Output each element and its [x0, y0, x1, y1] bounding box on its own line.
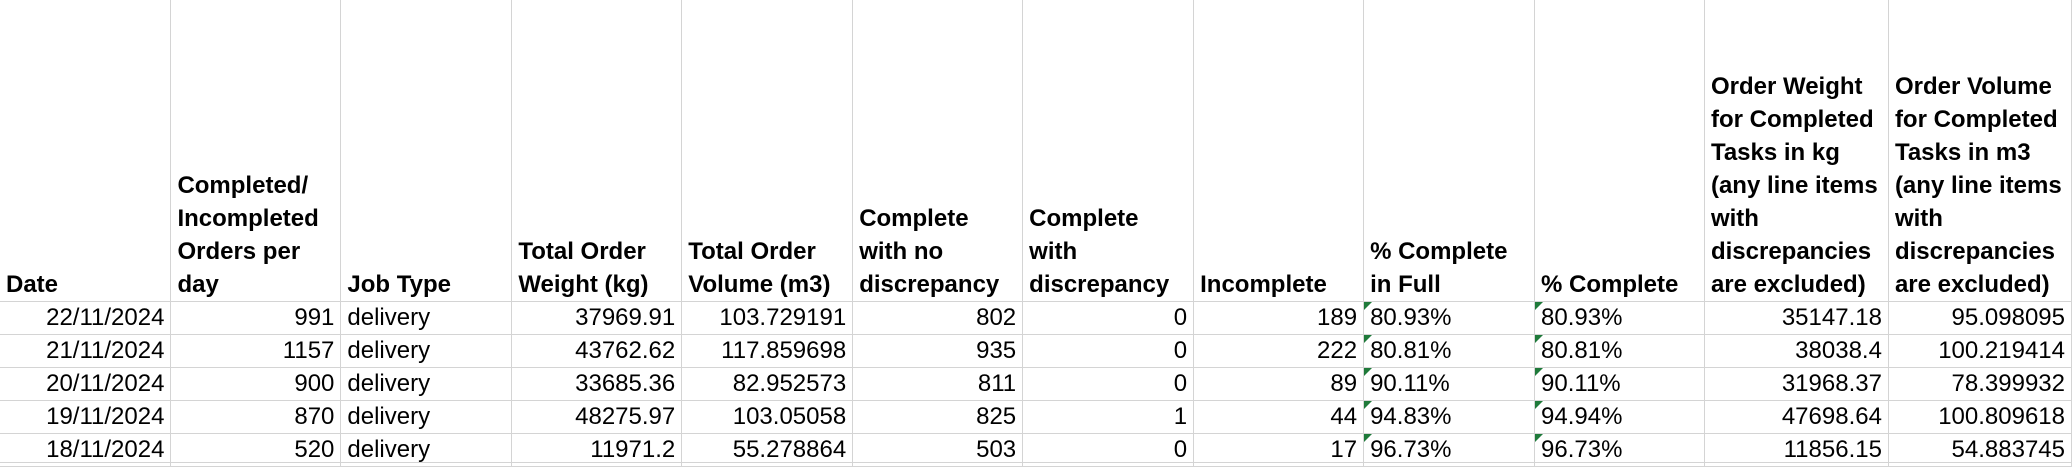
cell-pct-complete[interactable]: 94.94%: [1534, 400, 1705, 434]
cell-pct-complete[interactable]: 90.11%: [1534, 367, 1705, 401]
cell-complete-with-discrepancy[interactable]: 1: [1022, 400, 1195, 434]
header-incomplete[interactable]: Incomplete: [1193, 0, 1365, 302]
header-total-order-volume[interactable]: Total Order Volume (m3): [681, 0, 854, 302]
cell-complete-no-discrepancy[interactable]: 825: [852, 400, 1024, 434]
cell-complete-with-discrepancy[interactable]: 0: [1022, 334, 1195, 368]
table-row: 21/11/2024 1157 delivery 43762.62 117.85…: [0, 334, 2072, 368]
cell-incomplete[interactable]: 222: [1193, 334, 1365, 368]
cell-complete-no-discrepancy[interactable]: 935: [852, 334, 1024, 368]
cell-total-volume[interactable]: 103.729191: [681, 301, 854, 335]
header-pct-complete[interactable]: % Complete: [1534, 0, 1705, 302]
table-row: 20/11/2024 900 delivery 33685.36 82.9525…: [0, 367, 2072, 401]
cell-pct-complete-in-full[interactable]: 90.11%: [1363, 367, 1536, 401]
cell-date[interactable]: 21/11/2024: [0, 334, 172, 368]
header-pct-complete-in-full[interactable]: % Complete in Full: [1363, 0, 1536, 302]
cell-total-weight[interactable]: 43762.62: [511, 334, 683, 368]
cell-volume-completed[interactable]: 100.809618: [1888, 400, 2072, 434]
cell-complete-no-discrepancy[interactable]: 802: [852, 301, 1024, 335]
spreadsheet-grid: Date Completed/ Incompleted Orders per d…: [0, 0, 2072, 467]
cell-volume-completed[interactable]: 100.219414: [1888, 334, 2072, 368]
cell-complete-with-discrepancy[interactable]: 0: [1022, 301, 1195, 335]
cell-incomplete[interactable]: 44: [1193, 400, 1365, 434]
cell-pct-complete[interactable]: 80.93%: [1534, 301, 1705, 335]
header-date[interactable]: Date: [0, 0, 172, 302]
cell-volume-completed[interactable]: 95.098095: [1888, 301, 2072, 335]
cell-weight-completed[interactable]: 47698.64: [1704, 400, 1889, 434]
header-complete-with-discrepancy[interactable]: Complete with discrepancy: [1022, 0, 1195, 302]
cell-weight-completed[interactable]: 35147.18: [1704, 301, 1889, 335]
cell-job-type[interactable]: delivery: [340, 367, 513, 401]
header-job-type[interactable]: Job Type: [340, 0, 513, 302]
header-order-volume-completed[interactable]: Order Volume for Completed Tasks in m3 (…: [1888, 0, 2072, 302]
cell-incomplete[interactable]: 189: [1193, 301, 1365, 335]
cell-orders-per-day[interactable]: 870: [170, 400, 342, 434]
cell-total-volume[interactable]: 103.05058: [681, 400, 854, 434]
cell-total-volume[interactable]: 82.952573: [681, 367, 854, 401]
cell-total-weight[interactable]: 37969.91: [511, 301, 683, 335]
cell-orders-per-day[interactable]: 900: [170, 367, 342, 401]
table-row: 22/11/2024 991 delivery 37969.91 103.729…: [0, 301, 2072, 335]
header-order-weight-completed[interactable]: Order Weight for Completed Tasks in kg (…: [1704, 0, 1889, 302]
cell-complete-no-discrepancy[interactable]: 811: [852, 367, 1024, 401]
cell-volume-completed[interactable]: 78.399932: [1888, 367, 2072, 401]
header-row: Date Completed/ Incompleted Orders per d…: [0, 0, 2072, 302]
cell-total-weight[interactable]: 33685.36: [511, 367, 683, 401]
header-orders-per-day[interactable]: Completed/ Incompleted Orders per day: [170, 0, 342, 302]
cell-date[interactable]: 22/11/2024: [0, 301, 172, 335]
cell-pct-complete-in-full[interactable]: 94.83%: [1363, 400, 1536, 434]
cell-date[interactable]: 19/11/2024: [0, 400, 172, 434]
cell-date[interactable]: 20/11/2024: [0, 367, 172, 401]
cell-weight-completed[interactable]: 38038.4: [1704, 334, 1889, 368]
header-complete-no-discrepancy[interactable]: Complete with no discrepancy: [852, 0, 1024, 302]
cell-total-volume[interactable]: 117.859698: [681, 334, 854, 368]
cell-incomplete[interactable]: 89: [1193, 367, 1365, 401]
cell-total-weight[interactable]: 48275.97: [511, 400, 683, 434]
cell-complete-with-discrepancy[interactable]: 0: [1022, 367, 1195, 401]
cell-weight-completed[interactable]: 31968.37: [1704, 367, 1889, 401]
cell-orders-per-day[interactable]: 1157: [170, 334, 342, 368]
header-total-order-weight[interactable]: Total Order Weight (kg): [511, 0, 683, 302]
cell-pct-complete-in-full[interactable]: 80.81%: [1363, 334, 1536, 368]
table-row: 19/11/2024 870 delivery 48275.97 103.050…: [0, 400, 2072, 434]
cell-job-type[interactable]: delivery: [340, 334, 513, 368]
cell-pct-complete-in-full[interactable]: 80.93%: [1363, 301, 1536, 335]
cell-job-type[interactable]: delivery: [340, 400, 513, 434]
cell-job-type[interactable]: delivery: [340, 301, 513, 335]
cell-pct-complete[interactable]: 80.81%: [1534, 334, 1705, 368]
cell-orders-per-day[interactable]: 991: [170, 301, 342, 335]
